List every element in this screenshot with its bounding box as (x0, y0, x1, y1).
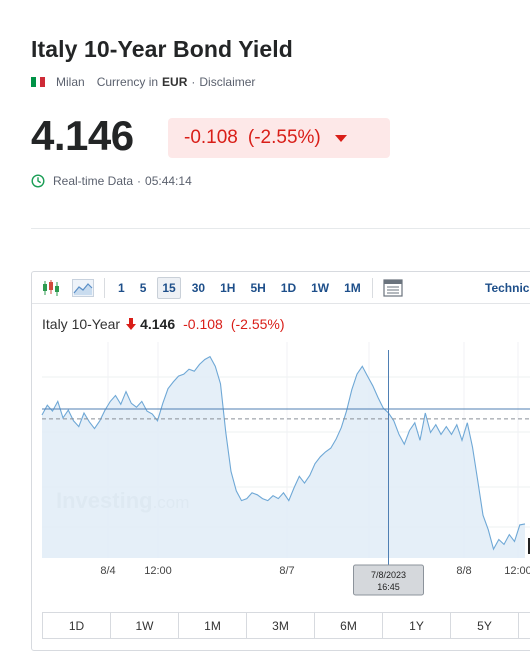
legend-change: -0.108 (183, 316, 223, 332)
section-divider (31, 228, 530, 229)
instrument-meta: Milan Currency in EUR · Disclaimer (31, 74, 255, 90)
range-1w[interactable]: 1W (111, 613, 179, 638)
disclaimer-link[interactable]: Disclaimer (199, 75, 255, 89)
exchange-name: Milan (56, 75, 85, 89)
x-axis-tick: 12:00 (144, 565, 172, 577)
chart-widget: 1 5 15 30 1H 5H 1D 1W 1M Technic Investi… (31, 271, 530, 651)
legend-instrument-name: Italy 10-Year (42, 316, 121, 332)
range-1y[interactable]: 1Y (383, 613, 451, 638)
currency-label: Currency in (96, 75, 159, 89)
chart-legend: Italy 10-Year 4.146 -0.108 (-2.55%) (42, 316, 285, 332)
realtime-time: 05:44:14 (145, 174, 192, 188)
crosshair-time: 16:45 (377, 582, 400, 592)
realtime-label: Real-time Data (53, 174, 134, 188)
meta-separator: · (191, 75, 196, 89)
x-axis-tick: 12:00 (504, 565, 530, 577)
legend-price: 4.146 (140, 316, 176, 332)
range-selector: 1D 1W 1M 3M 6M 1Y 5Y (42, 612, 530, 639)
x-axis-tick: 8/4 (100, 565, 115, 577)
price-change-badge: -0.108 (-2.55%) (168, 118, 390, 158)
clock-icon (31, 174, 45, 188)
range-1m[interactable]: 1M (179, 613, 247, 638)
page-title: Italy 10-Year Bond Yield (31, 36, 293, 62)
currency-code: EUR (162, 75, 188, 89)
last-price: 4.146 (31, 112, 134, 159)
x-axis-tick: 8/7 (279, 565, 294, 577)
range-3m[interactable]: 3M (247, 613, 315, 638)
price-change: -0.108 (184, 127, 238, 148)
down-arrow-icon (126, 318, 137, 330)
price-change-percent: (-2.55%) (247, 127, 321, 148)
realtime-status: Real-time Data · 05:44:14 (31, 174, 192, 188)
range-1d[interactable]: 1D (43, 613, 111, 638)
x-axis-tick: 8/8 (456, 565, 471, 577)
status-separator: · (137, 174, 142, 188)
crosshair-date: 7/8/2023 (371, 570, 406, 580)
series-area (42, 356, 525, 558)
legend-change-percent: (-2.55%) (230, 316, 285, 332)
range-5y[interactable]: 5Y (451, 613, 519, 638)
range-6m[interactable]: 6M (315, 613, 383, 638)
italy-flag-icon (31, 77, 46, 87)
down-arrow-icon (334, 134, 347, 142)
